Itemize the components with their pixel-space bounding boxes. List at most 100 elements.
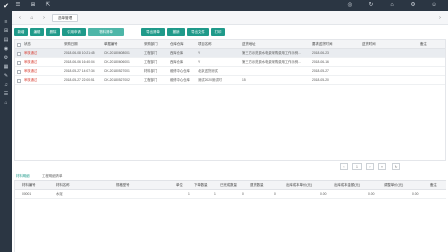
col-project[interactable]: 项目名称 [197,40,239,49]
col-return-qty[interactable]: 退货数量 [249,181,281,190]
sidebar-home-icon[interactable]: ⌂ [0,99,12,108]
date-cell: 2018-06-08 10:21:45 [64,51,95,55]
status-cell: 审核通过 [24,51,38,55]
col-date[interactable]: 采购日期 [63,40,103,49]
date-cell: 2018-05-27 22:00:51 [64,78,95,82]
select-all-checkbox[interactable] [17,42,21,47]
col-status[interactable]: 状态 [23,40,63,49]
sidebar-list-icon[interactable]: ▤ [0,36,12,45]
material-name-cell: 水泥 [56,192,63,196]
col-material-name[interactable]: 材料名称 [55,181,103,190]
sidebar-grid-icon[interactable]: ⊞ [0,27,12,36]
col-material-code[interactable]: 材料编号 [21,181,55,190]
last-page-button[interactable]: » [378,163,386,170]
remark-cell [419,67,445,76]
detail-tabs: 材料明细 工程明细清单 [14,172,446,181]
project-cell: 北京送货测试 [198,69,218,73]
unit-cost-cell: 0.00 [320,192,327,196]
col-delivery-time[interactable]: 送货时间 [361,40,401,49]
col-spec[interactable]: 规格型号 [115,181,155,190]
table-row[interactable]: 00001 水泥 1 1 0 0 0.00 0.00 0.00 [15,190,446,199]
warehouse-cell: 维修中心仓库 [170,69,190,73]
sidebar-check-icon[interactable]: ✔ [0,0,12,14]
col-unit[interactable]: 单位 [175,181,193,190]
delivery-time-cell [361,67,401,76]
sidebar-music-icon[interactable]: ♫ [0,81,12,90]
col-code[interactable]: 单据编号 [103,40,143,49]
spec-cell [115,190,155,199]
address-cell [241,67,309,76]
address-cell: 15 [242,78,246,82]
revoke-button[interactable]: 撤销 [167,28,185,36]
row-checkbox[interactable] [17,60,21,65]
done-qty-cell: 0 [242,192,244,196]
page-number[interactable]: 1 [352,163,362,170]
status-cell: 审核通过 [24,69,38,73]
prev-page-button[interactable]: ‹ [340,163,348,170]
export-list-button[interactable]: 导出清单 [141,28,165,36]
col-order-qty[interactable]: 下单数量 [193,181,219,190]
col-remark[interactable]: 备注 [419,40,445,49]
tab-engineering-detail[interactable]: 工程明细清单 [42,172,62,181]
home-icon[interactable]: ⌂ [388,0,396,11]
date-cell: 2018-06-06 16:40:04 [64,60,95,64]
col-done-qty[interactable]: 已完成数量 [219,181,247,190]
col-total-cost[interactable]: 出库成本金额(元) [333,181,379,190]
table-row[interactable]: 审核通过 2018-06-06 16:40:04 CK-20180606001 … [15,58,445,67]
main-grid-header: 状态 采购日期 单据编号 采购部门 仓库仓库 项目名称 送货地址 要求送货时间 … [15,40,445,49]
row-checkbox[interactable] [17,51,21,56]
col-warehouse[interactable]: 仓库仓库 [169,40,197,49]
tab-prev-icon[interactable]: ‹ [16,14,24,22]
delivery-time-cell [361,58,401,67]
sidebar-circle-icon[interactable]: ◉ [0,45,12,54]
add-button[interactable]: 新增 [14,28,28,36]
delivery-time-cell [361,76,401,85]
code-cell: CK-20180527001 [104,69,130,73]
address-cell: 第三方示范费水电费采购费用工作示例... [242,60,301,64]
sidebar-stack-icon[interactable]: ☰ [0,90,12,99]
table-row[interactable]: 审核通过 2018-05-27 22:00:51 CK-20180527002 … [15,76,445,85]
remark-cell [419,58,445,67]
col-unit-cost[interactable]: 出库成本单价(元) [285,181,331,190]
warehouse-cell: 维修中心仓库 [170,78,190,82]
delete-button[interactable]: 删除 [46,28,60,36]
fullscreen-icon[interactable]: ⇱ [44,0,52,11]
next-page-button[interactable]: › [366,163,374,170]
sidebar-table-icon[interactable]: ▦ [0,63,12,72]
sidebar-menu-icon[interactable]: ≡ [0,18,12,27]
hamburger-icon[interactable]: ☰ [14,0,22,11]
col-required-time[interactable]: 要求送货时间 [311,40,353,49]
settings-icon[interactable]: ⚙ [409,0,417,11]
unit-cell: 1 [188,192,190,196]
tab-home-icon[interactable]: ⌂ [28,14,36,22]
refresh-button[interactable]: ↻ [392,163,400,170]
edit-button[interactable]: 编辑 [30,28,44,36]
required-time-cell: 2018-06-23 [312,51,329,55]
col-address[interactable]: 送货地址 [241,40,309,49]
user-icon[interactable]: ☺ [430,0,438,11]
table-row[interactable]: 审核通过 2018-06-08 10:21:45 CK-20180608001 … [15,49,445,58]
table-row[interactable]: 审核通过 2018-05-27 14:07:34 CK-20180527001 … [15,67,445,76]
target-icon[interactable]: ◎ [346,0,354,11]
detail-grid-header: 材料编号 材料名称 规格型号 单位 下单数量 已完成数量 退货数量 出库成本单价… [15,181,446,190]
print-button[interactable]: 打印 [211,28,225,36]
tab-next-icon[interactable]: › [40,14,48,22]
material-list-button[interactable]: 物料清单 [88,28,124,36]
row-checkbox[interactable] [17,69,21,74]
sidebar: ✔ ≡ ⊞ ▤ ◉ ⚙ ▦ ✎ ♫ ☰ ⌂ [0,0,12,252]
tab-active[interactable]: 选单管理 [52,14,78,22]
col-adjust-price[interactable]: 调整单价(元) [383,181,423,190]
tab-close-icon[interactable]: › [436,14,444,22]
refresh-icon[interactable]: ↻ [367,0,375,11]
reference-button[interactable]: 引用申请 [62,28,86,36]
dept-cell: 工程部门 [144,60,158,64]
sidebar-edit-icon[interactable]: ✎ [0,72,12,81]
apps-icon[interactable]: ⊞ [29,0,37,11]
tab-material-detail[interactable]: 材料明细 [16,172,30,181]
sidebar-gear-icon[interactable]: ⚙ [0,54,12,63]
row-checkbox[interactable] [17,78,21,83]
col-dept[interactable]: 采购部门 [143,40,169,49]
total-cost-cell: 0.00 [368,192,375,196]
export-file-button[interactable]: 导出文件 [187,28,209,36]
col-detail-remark[interactable]: 备注 [429,181,446,190]
